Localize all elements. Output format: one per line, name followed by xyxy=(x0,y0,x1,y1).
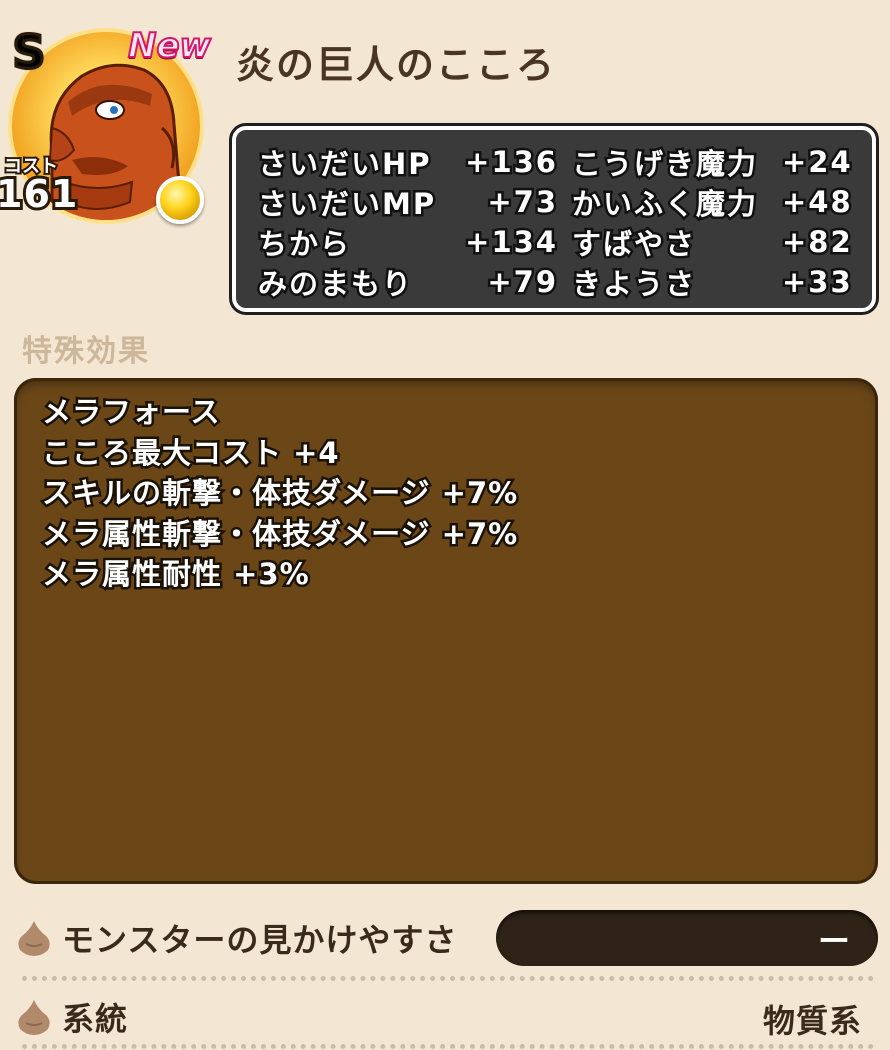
effect-item: スキルの斬撃・体技ダメージ +7% xyxy=(40,474,520,513)
stat-name: さいだいHP xyxy=(256,145,433,184)
stat-name: こうげき魔力 xyxy=(570,145,759,184)
stats-panel: さいだいHP +136 こうげき魔力 +24 さいだいMP +73 かいふく魔力… xyxy=(229,123,879,315)
visibility-value: ー xyxy=(817,922,850,960)
stat-value: +134 xyxy=(463,223,559,262)
drop-icon xyxy=(18,1000,50,1035)
stat-row: さいだいHP +136 こうげき魔力 +24 xyxy=(256,142,854,184)
effect-item: メラフォース xyxy=(40,393,223,432)
effect-item: メラ属性耐性 +3% xyxy=(40,555,312,594)
stat-value: +136 xyxy=(463,143,559,182)
rank-s-icon: S xyxy=(6,25,52,80)
stat-name: すばやさ xyxy=(570,225,697,264)
gold-orb-icon xyxy=(156,176,204,224)
stat-name: みのまもり xyxy=(256,265,414,304)
stat-name: かいふく魔力 xyxy=(570,185,759,224)
new-badge: New xyxy=(127,25,212,67)
stat-value: +48 xyxy=(780,183,854,222)
stat-row: ちから +134 すばやさ +82 xyxy=(256,222,854,264)
page-title: 炎の巨人のこころ xyxy=(236,43,557,87)
visibility-row: モンスターの見かけやすさ ー xyxy=(14,908,880,968)
lineage-value: 物質系 xyxy=(762,1002,862,1040)
stat-row: みのまもり +79 きようさ +33 xyxy=(256,262,854,304)
stat-name: きようさ xyxy=(570,265,697,304)
special-effects-panel[interactable]: メラフォース こころ最大コスト +4 スキルの斬撃・体技ダメージ +7% メラ属… xyxy=(14,378,878,884)
stat-value: +33 xyxy=(780,263,854,302)
cost-value: 161 xyxy=(0,169,80,219)
stat-value: +79 xyxy=(485,263,559,302)
stat-name: ちから xyxy=(256,225,352,264)
stat-name: さいだいMP xyxy=(256,185,437,224)
stat-value: +24 xyxy=(780,143,854,182)
visibility-label: モンスターの見かけやすさ xyxy=(62,921,458,959)
lineage-row: 系統 物質系 xyxy=(14,992,880,1042)
visibility-value-box[interactable]: ー xyxy=(496,910,878,966)
lineage-label: 系統 xyxy=(62,1000,129,1038)
drop-icon xyxy=(18,921,50,956)
divider xyxy=(22,976,874,981)
stat-row: さいだいMP +73 かいふく魔力 +48 xyxy=(256,182,854,224)
special-effects-label: 特殊効果 xyxy=(22,334,150,369)
stat-value: +73 xyxy=(485,183,559,222)
effect-item: メラ属性斬撃・体技ダメージ +7% xyxy=(40,514,520,553)
effect-item: こころ最大コスト +4 xyxy=(40,433,342,472)
stat-value: +82 xyxy=(780,223,854,262)
divider xyxy=(22,1044,874,1049)
